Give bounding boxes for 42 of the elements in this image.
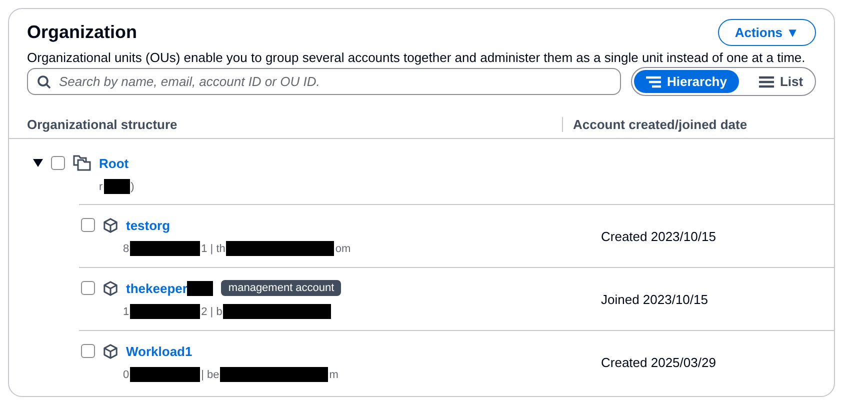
checkbox[interactable] [81,218,95,232]
column-header: Organizational structure [26,116,178,132]
actions-button[interactable]: Actions ▼ [718,19,816,46]
cube-icon [103,218,118,232]
checkbox[interactable] [81,281,95,295]
account-badge: management account [221,280,342,296]
account-detail-text: 1 | th [201,242,226,254]
account-detail-text: 0 [123,368,130,380]
column-header: Account created/joined date [562,116,748,132]
account-detail-text: 8 [123,242,130,254]
panel-title: Organization [27,22,138,43]
cube-icon [103,280,118,296]
redaction-bar [130,367,200,382]
account-detail-text: m [329,368,338,380]
redaction-bar [130,241,200,256]
cube-icon [103,344,118,358]
checkbox[interactable] [81,344,95,358]
account-detail-text: om [335,242,351,254]
checkbox[interactable] [51,156,65,170]
description-text: Organizational units (OUs) enable you to group several accounts together and administer them as a single unit instead of one at a time. [27,50,806,65]
view-toggle-button[interactable]: Hierarchy [634,70,739,93]
date-text: Created 2023/10/15 [601,228,716,244]
account-detail-text: ) [130,180,134,192]
account-detail-text: 1 [123,306,130,318]
search-icon [37,75,51,89]
account-detail-text: | be [201,368,220,380]
account-name-link[interactable]: Root [99,156,129,170]
view-toggle-button[interactable]: List [746,70,816,93]
list-icon [758,76,774,88]
hierarchy-icon [646,76,661,88]
account-detail-text: r [99,180,103,192]
date-text: Joined 2023/10/15 [601,292,708,306]
redaction-bar [104,179,130,194]
folders-icon [73,155,91,171]
date-text: Created 2025/03/29 [601,354,716,370]
account-name-link[interactable]: thekeeper [126,280,188,296]
search-field[interactable]: Search by name, email, account ID or OU ID. [27,68,621,95]
account-detail-text: 2 | b [201,306,222,318]
redaction-bar [130,304,200,319]
caret-icon[interactable] [33,159,43,167]
account-name-link[interactable]: Workload1 [126,344,192,358]
account-name-link[interactable]: testorg [126,218,170,232]
